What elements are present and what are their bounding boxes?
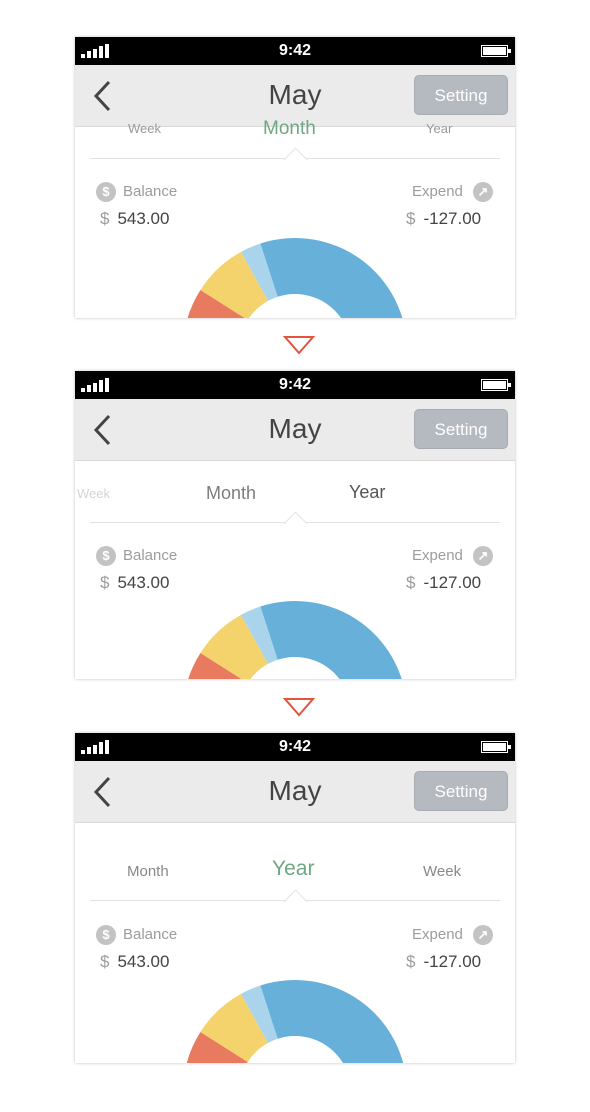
expend-amount: -127.00 [423, 573, 482, 592]
expend-currency: $ [406, 573, 416, 592]
expend-amount: -127.00 [423, 209, 482, 228]
balance-currency: $ [100, 209, 110, 228]
phone-screen-3: 9:42 May Setting Month Year Week $ Balan… [75, 733, 515, 1063]
status-time: 9:42 [278, 376, 312, 393]
balance-amount: 543.00 [117, 209, 170, 228]
expend-label: Expend [412, 183, 463, 200]
balance-label: Balance [123, 183, 178, 200]
phone-screen-1: 9:42 May Setting Week Month Year $ Balan… [75, 37, 515, 318]
balance-value: $543.00 [100, 209, 169, 229]
balance-currency: $ [100, 573, 110, 592]
expense-gauge-chart [186, 980, 404, 1063]
tab-pointer [283, 511, 308, 536]
nav-bar: May Setting [75, 399, 515, 461]
status-time: 9:42 [278, 738, 312, 755]
setting-button[interactable]: Setting [414, 771, 508, 811]
nav-bar: May Setting [75, 761, 515, 823]
balance-amount: 543.00 [117, 952, 170, 971]
expend-value: $ -127.00 [406, 573, 481, 593]
tab-year[interactable]: Year [272, 857, 314, 881]
gauge-segment-3 [260, 238, 403, 318]
expend-value: $ -127.00 [406, 952, 481, 972]
status-bar: 9:42 [75, 733, 515, 761]
balance-amount: 543.00 [117, 573, 170, 592]
expend-currency: $ [406, 952, 416, 971]
gauge-segment-3 [260, 601, 402, 679]
tab-month[interactable]: Month [127, 863, 169, 880]
gauge-segment-3 [260, 980, 404, 1063]
setting-button[interactable]: Setting [414, 409, 508, 449]
tab-week[interactable]: Week [77, 486, 110, 501]
expend-amount: -127.00 [423, 952, 482, 971]
tab-pointer [283, 147, 308, 172]
tab-month[interactable]: Month [206, 483, 256, 504]
battery-icon [481, 45, 511, 57]
expend-value: $ -127.00 [406, 209, 481, 229]
down-arrow-icon [283, 698, 315, 717]
setting-button[interactable]: Setting [414, 75, 508, 115]
tab-week[interactable]: Week [128, 121, 161, 136]
arrow-up-right-icon: ↗ [473, 546, 493, 566]
expend-label: Expend [412, 926, 463, 943]
tab-week[interactable]: Week [423, 863, 461, 880]
phone-screen-2: 9:42 May Setting Week Month Year $ Balan… [75, 371, 515, 679]
arrow-up-right-icon: ↗ [473, 925, 493, 945]
balance-label: Balance [123, 547, 178, 564]
dollar-icon: $ [96, 182, 116, 202]
dollar-icon: $ [96, 546, 116, 566]
tab-year[interactable]: Year [426, 121, 452, 136]
dollar-icon: $ [96, 925, 116, 945]
tab-year[interactable]: Year [349, 482, 385, 503]
expend-label: Expend [412, 547, 463, 564]
arrow-up-right-icon: ↗ [473, 182, 493, 202]
expense-gauge-chart [188, 601, 402, 679]
balance-currency: $ [100, 952, 110, 971]
battery-icon [481, 741, 511, 753]
expense-gauge-chart [187, 238, 403, 318]
balance-value: $543.00 [100, 573, 169, 593]
status-time: 9:42 [278, 42, 312, 59]
down-arrow-icon [283, 336, 315, 355]
battery-icon [481, 379, 511, 391]
tab-month[interactable]: Month [263, 118, 316, 140]
balance-label: Balance [123, 926, 178, 943]
status-bar: 9:42 [75, 37, 515, 65]
status-bar: 9:42 [75, 371, 515, 399]
balance-value: $543.00 [100, 952, 169, 972]
tab-pointer [283, 889, 308, 914]
expend-currency: $ [406, 209, 416, 228]
